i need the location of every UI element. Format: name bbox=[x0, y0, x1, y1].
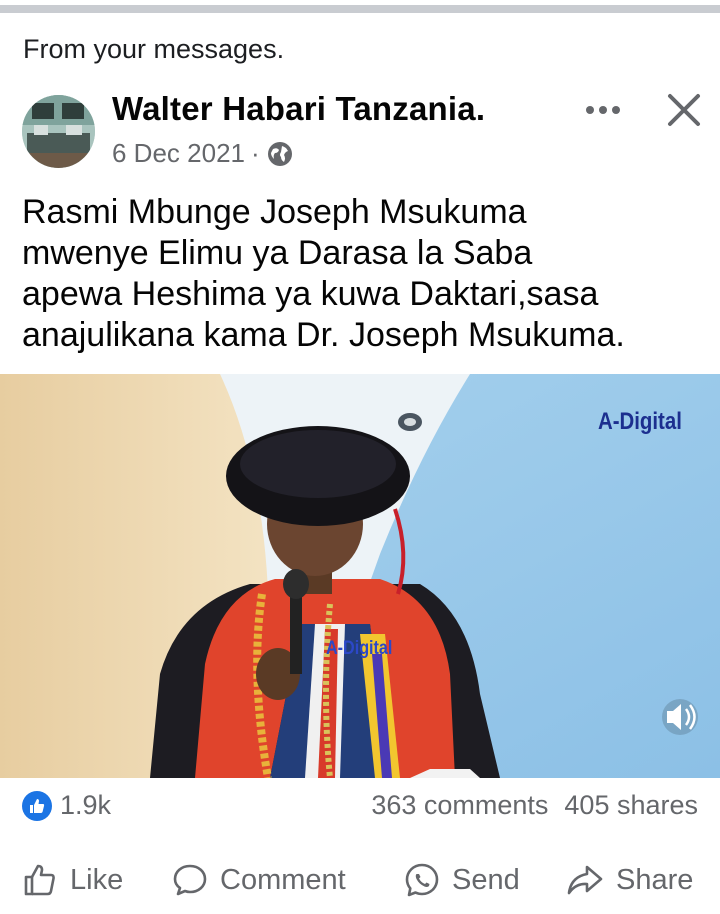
comment-icon bbox=[173, 864, 207, 896]
post-text-line: mwenye Elimu ya Darasa la Saba bbox=[22, 234, 533, 272]
send-button[interactable]: Send bbox=[404, 862, 520, 898]
share-icon bbox=[567, 865, 603, 895]
engagement-counts: 363 comments 405 shares bbox=[371, 790, 698, 821]
close-icon[interactable] bbox=[664, 90, 704, 130]
post-text: Rasmi Mbunge Joseph Msukuma mwenye Elimu… bbox=[22, 192, 712, 356]
context-label: From your messages. bbox=[23, 34, 285, 64]
send-icon bbox=[405, 863, 439, 897]
post-text-line: anajulikana kama Dr. Joseph Msukuma. bbox=[22, 316, 625, 354]
more-icon[interactable] bbox=[583, 92, 623, 128]
post-meta: 6 Dec 2021 · bbox=[112, 138, 294, 169]
post-text-line: apewa Heshima ya kuwa Daktari,sasa bbox=[22, 275, 599, 313]
share-label: Share bbox=[616, 863, 694, 896]
post-author[interactable]: Walter Habari Tanzania. bbox=[112, 90, 485, 128]
action-bar: Like Comment Send Share bbox=[0, 852, 720, 908]
like-badge-icon bbox=[22, 790, 52, 821]
reactions-count: 1.9k bbox=[60, 790, 112, 820]
post-video[interactable]: A-Digital A-Digital bbox=[0, 374, 720, 778]
share-button[interactable]: Share bbox=[566, 862, 693, 898]
watermark-top: A-Digital bbox=[598, 408, 682, 435]
avatar[interactable] bbox=[22, 95, 95, 168]
meta-separator: · bbox=[250, 138, 260, 168]
comment-label: Comment bbox=[220, 863, 346, 896]
globe-icon bbox=[266, 140, 294, 168]
like-button[interactable]: Like bbox=[22, 862, 123, 898]
like-icon bbox=[24, 864, 55, 896]
shares-count[interactable]: 405 shares bbox=[564, 790, 698, 821]
post-date[interactable]: 6 Dec 2021 bbox=[112, 138, 245, 169]
comments-count[interactable]: 363 comments bbox=[371, 790, 548, 821]
like-label: Like bbox=[70, 863, 124, 896]
volume-icon[interactable] bbox=[662, 699, 698, 735]
watermark-center: A-Digital bbox=[326, 638, 393, 659]
reactions-summary[interactable]: 1.9k bbox=[22, 790, 111, 821]
post-text-line: Rasmi Mbunge Joseph Msukuma bbox=[22, 193, 527, 231]
send-label: Send bbox=[452, 863, 520, 896]
comment-button[interactable]: Comment bbox=[172, 862, 346, 898]
top-divider bbox=[0, 5, 720, 13]
